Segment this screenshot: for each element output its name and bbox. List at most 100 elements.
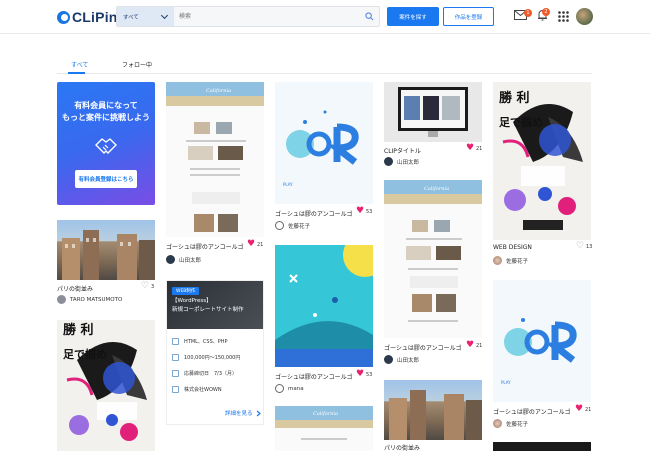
work-card-california[interactable]: California: [275, 406, 373, 451]
tab-following[interactable]: フォロー中: [122, 60, 152, 69]
author[interactable]: 佐藤花子: [275, 221, 310, 230]
membership-signup-button[interactable]: 有料会員登録はこちら: [75, 170, 137, 188]
work-thumbnail: California: [275, 406, 373, 451]
like-count: 53: [366, 209, 373, 215]
search-category-select[interactable]: すべて: [117, 7, 174, 26]
heart-icon[interactable]: ♥: [356, 207, 364, 216]
svg-text:足で掴め: 足で掴め: [63, 347, 107, 361]
job-company: 株式会社WOWN: [172, 386, 222, 393]
chevron-right-icon: [256, 410, 261, 416]
heart-icon[interactable]: ♡: [141, 282, 149, 291]
avatar: [493, 419, 502, 428]
heart-icon[interactable]: ♥: [356, 370, 364, 379]
author[interactable]: 佐藤花子: [493, 256, 528, 265]
author[interactable]: 山田太郎: [384, 157, 419, 166]
svg-text:California: California: [424, 186, 449, 192]
job-deadline-text: 応募締切日 7/3（月）: [184, 371, 238, 377]
work-card-paris-2[interactable]: パリの街並み: [384, 380, 482, 452]
like-count: 21: [257, 242, 264, 248]
heart-icon[interactable]: ♥: [247, 240, 255, 249]
job-listing-card[interactable]: WEB制作 【WordPress】 新規コーポレートサイト制作 HTML、CSS…: [166, 280, 264, 425]
heart-icon[interactable]: ♥: [466, 341, 474, 350]
author-name: 佐藤花子: [288, 223, 311, 230]
work-title: パリの街並み: [57, 286, 94, 293]
job-details-label: 詳細を見る: [225, 411, 253, 417]
work-title: ゴーシュは膠のアンコールゴ...: [493, 409, 571, 416]
logo-mark-icon: [57, 10, 70, 24]
feed-tabs: すべて フォロー中: [57, 60, 592, 74]
tab-all[interactable]: すべて: [71, 60, 88, 69]
author-name: 山田太郎: [397, 159, 420, 166]
work-card-gosha-4[interactable]: California ゴーシュは膠のアンコールゴ... ♥ 21 山田太郎: [384, 180, 482, 368]
author-name: TARO MATSUMOTO: [70, 296, 123, 303]
work-card-paris-1[interactable]: パリの街並み ♡ 3 TARO MATSUMOTO: [57, 220, 155, 310]
work-card-poster-1[interactable]: 勝 利足で掴め: [57, 320, 155, 451]
heart-icon[interactable]: ♡: [576, 242, 584, 251]
author-name: 佐藤花子: [506, 258, 529, 265]
work-thumbnail: 勝 利足で掴め: [493, 82, 591, 240]
search-icon[interactable]: [359, 7, 379, 26]
avatar: [384, 355, 393, 364]
author[interactable]: 佐藤花子: [493, 419, 528, 428]
like-count: 21: [476, 146, 483, 152]
work-card-gosha-5[interactable]: PLAY ゴーシュは膠のアンコールゴ... ♥ 21 佐藤花子: [493, 280, 591, 430]
author[interactable]: 山田太郎: [166, 255, 201, 264]
work-thumbnail: California: [166, 82, 264, 237]
user-avatar[interactable]: [576, 8, 593, 25]
job-title-line-1: 【WordPress】: [172, 298, 212, 304]
find-job-button[interactable]: 案件を探す: [387, 7, 439, 26]
author-name: 山田太郎: [397, 357, 420, 364]
logo-text: CLiPin: [72, 9, 118, 25]
avatar: [166, 255, 175, 264]
work-title: WEB DESIGN: [493, 244, 532, 251]
register-work-button[interactable]: 作品を登録: [443, 7, 494, 26]
work-card-gosha-2[interactable]: PLAY ゴーシュは膠のアンコールゴ... ♥ 53 佐藤花子: [275, 82, 373, 232]
work-card-clip[interactable]: CLIPタイトル ♥ 21 山田太郎: [384, 82, 482, 170]
author-name: mana: [288, 385, 304, 392]
job-budget-text: 100,000円〜150,000円: [184, 355, 241, 361]
work-card-gosha-3[interactable]: ゴーシュは膠のアンコールゴ... ♥ 53 mana: [275, 245, 373, 395]
svg-text:California: California: [206, 88, 231, 94]
job-details-link[interactable]: 詳細を見る: [225, 409, 261, 417]
money-icon: [172, 354, 179, 361]
author[interactable]: 山田太郎: [384, 355, 419, 364]
svg-text:勝 利: 勝 利: [63, 322, 94, 338]
work-thumbnail: [275, 245, 373, 367]
work-card-webdesign[interactable]: 勝 利足で掴め WEB DESIGN ♡ 13 佐藤花子: [493, 82, 592, 267]
promo-line-1: 有料会員になって: [74, 101, 138, 110]
clipin-logo[interactable]: CLiPin: [57, 9, 118, 25]
avatar: [493, 256, 502, 265]
job-header-image: WEB制作 【WordPress】 新規コーポレートサイト制作: [167, 281, 263, 329]
membership-promo-card: 有料会員になって もっと案件に挑戦しよう 有料会員登録はこちら: [57, 82, 155, 205]
author[interactable]: TARO MATSUMOTO: [57, 295, 122, 304]
active-tab-indicator: [68, 72, 85, 74]
work-thumbnail: PLAY: [275, 82, 373, 204]
svg-text:California: California: [313, 411, 338, 417]
work-thumbnail: [384, 380, 482, 440]
grid-menu-icon[interactable]: [558, 11, 569, 22]
heart-icon[interactable]: ♥: [575, 405, 583, 414]
bell-badge: 2: [542, 8, 550, 16]
job-category-tag: WEB制作: [172, 287, 200, 295]
avatar: [57, 295, 66, 304]
avatar: [384, 157, 393, 166]
work-card-gosha-1[interactable]: California ゴーシュは膠のアンコールゴ... ♥ 21 山田太郎: [166, 82, 264, 267]
job-skills: HTML、CSS、PHP: [172, 338, 228, 345]
like-count: 21: [476, 343, 483, 349]
work-card-partial[interactable]: [493, 442, 591, 451]
job-deadline: 応募締切日 7/3（月）: [172, 370, 237, 377]
author[interactable]: mana: [275, 384, 304, 393]
svg-text:PLAY: PLAY: [283, 182, 293, 187]
work-title: ゴーシュは膠のアンコールゴ...: [275, 211, 353, 218]
job-title: 【WordPress】 新規コーポレートサイト制作: [172, 297, 244, 315]
like-count: 21: [585, 407, 592, 413]
work-thumbnail: 勝 利足で掴め: [57, 320, 155, 451]
like-count: 53: [366, 372, 373, 378]
author-name: 山田太郎: [179, 257, 202, 264]
svg-text:PLAY: PLAY: [501, 380, 511, 385]
avatar: [275, 384, 284, 393]
heart-icon[interactable]: ♥: [466, 144, 474, 153]
search-input[interactable]: [174, 7, 359, 26]
top-header: CLiPin すべて 案件を探す 作品を登録 1 2: [0, 0, 650, 34]
work-title: ゴーシュは膠のアンコールゴ...: [166, 244, 244, 251]
